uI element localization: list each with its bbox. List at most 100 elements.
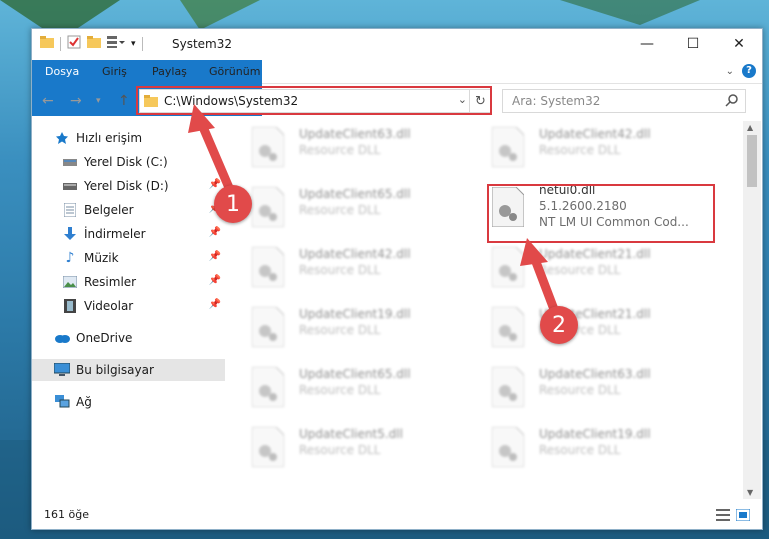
sidebar-item-documents[interactable]: Belgeler 📌 (62, 199, 225, 221)
tab-share[interactable]: Paylaş (152, 60, 187, 84)
file-description: Resource DLL (299, 383, 381, 397)
file-item[interactable]: UpdateClient42.dll Resource DLL (232, 241, 462, 297)
step-badge-2: 2 (540, 306, 578, 344)
file-name: UpdateClient65.dll (299, 367, 411, 381)
sidebar-item-pictures[interactable]: Resimler 📌 (62, 271, 225, 293)
search-icon[interactable] (725, 93, 739, 110)
large-icons-view-icon[interactable] (735, 508, 751, 524)
pin-icon: 📌 (208, 179, 221, 190)
dll-file-icon (491, 126, 525, 168)
dll-file-icon (491, 246, 525, 288)
dll-file-icon (251, 426, 285, 468)
file-name: UpdateClient42.dll (539, 127, 651, 141)
file-item[interactable]: UpdateClient5.dll Resource DLL (232, 421, 462, 477)
sidebar-item-label: OneDrive (76, 331, 133, 345)
maximize-button[interactable]: ☐ (670, 29, 716, 59)
sidebar-item-this-pc[interactable]: Bu bilgisayar (32, 359, 225, 381)
scroll-down-icon[interactable]: ▼ (747, 488, 753, 497)
status-bar: 161 öğe (32, 503, 762, 529)
close-button[interactable]: ✕ (716, 29, 762, 59)
item-count: 161 öğe (44, 508, 89, 521)
expand-ribbon-icon[interactable]: ⌄ (726, 66, 734, 77)
sidebar-item-label: Bu bilgisayar (76, 363, 154, 377)
vertical-scrollbar[interactable]: ▲ ▼ (743, 121, 761, 499)
recent-locations-icon[interactable]: ▾ (96, 96, 101, 106)
pin-icon: 📌 (208, 299, 221, 310)
quick-access-toolbar: ▾ (40, 35, 143, 52)
file-item[interactable]: UpdateClient21.dll Resource DLL (472, 241, 702, 297)
file-description: Resource DLL (539, 443, 621, 457)
file-name: UpdateClient63.dll (539, 367, 651, 381)
network-icon (54, 394, 70, 410)
file-item[interactable]: UpdateClient65.dll Resource DLL (232, 361, 462, 417)
sidebar-item-quick-access[interactable]: Hızlı erişim (54, 127, 247, 149)
computer-icon (54, 362, 70, 378)
file-item[interactable]: UpdateClient21.dll Resource DLL (472, 301, 702, 357)
up-arrow-icon[interactable]: ↑ (118, 93, 130, 109)
download-icon (62, 226, 78, 242)
file-description: Resource DLL (299, 203, 381, 217)
details-view-icon[interactable] (716, 509, 730, 524)
sidebar-item-label: Videolar (84, 299, 134, 313)
file-name: UpdateClient21.dll (539, 247, 651, 261)
folder-icon (40, 36, 54, 51)
star-icon (54, 130, 70, 146)
drive-icon (62, 178, 78, 194)
file-item[interactable]: UpdateClient63.dll Resource DLL (232, 121, 462, 177)
drive-icon (62, 154, 78, 170)
file-description: Resource DLL (539, 383, 621, 397)
tab-view[interactable]: Görünüm (209, 60, 260, 84)
pin-icon: 📌 (208, 251, 221, 262)
sidebar-item-local-disk-d[interactable]: Yerel Disk (D:) 📌 (62, 175, 225, 197)
minimize-button[interactable]: — (624, 29, 670, 59)
file-description: Resource DLL (539, 143, 621, 157)
sidebar-item-label: Resimler (84, 275, 137, 289)
sidebar-item-videos[interactable]: Videolar 📌 (62, 295, 225, 317)
sidebar-item-label: Hızlı erişim (76, 131, 143, 145)
sidebar-item-label: İndirmeler (84, 227, 146, 241)
scroll-thumb[interactable] (747, 135, 757, 187)
file-item[interactable]: UpdateClient19.dll Resource DLL (472, 421, 702, 477)
window-title: System32 (172, 37, 233, 51)
file-highlight-box (487, 184, 715, 243)
sidebar-item-music[interactable]: ♪ Müzik 📌 (62, 247, 225, 269)
sidebar-item-network[interactable]: Ağ (54, 391, 247, 413)
forward-arrow-icon[interactable]: → (70, 93, 82, 109)
search-field[interactable]: Ara: System32 (502, 89, 746, 113)
address-highlight-box (136, 86, 492, 115)
view-options-icon[interactable] (107, 36, 125, 51)
properties-icon[interactable] (67, 35, 81, 52)
dll-file-icon (251, 126, 285, 168)
divider (141, 36, 143, 51)
sidebar-item-label: Yerel Disk (C:) (84, 155, 168, 169)
sidebar-item-downloads[interactable]: İndirmeler 📌 (62, 223, 225, 245)
qat-dropdown-icon[interactable]: ▾ (131, 39, 136, 49)
dll-file-icon (491, 366, 525, 408)
file-name: UpdateClient19.dll (539, 427, 651, 441)
cloud-icon (54, 330, 70, 346)
back-arrow-icon[interactable]: ← (42, 93, 54, 109)
title-bar: ▾ System32 — ☐ ✕ (32, 29, 762, 60)
step-badge-1: 1 (214, 185, 252, 223)
sidebar-item-label: Müzik (84, 251, 119, 265)
divider (60, 36, 61, 51)
file-name: UpdateClient63.dll (299, 127, 411, 141)
file-item[interactable]: UpdateClient63.dll Resource DLL (472, 361, 702, 417)
file-item[interactable]: UpdateClient19.dll Resource DLL (232, 301, 462, 357)
sidebar-item-onedrive[interactable]: OneDrive (54, 327, 247, 349)
new-folder-icon[interactable] (87, 36, 101, 51)
file-item[interactable]: UpdateClient42.dll Resource DLL (472, 121, 702, 177)
sidebar-item-local-disk-c[interactable]: Yerel Disk (C:) (62, 151, 225, 173)
sidebar-item-label: Yerel Disk (D:) (84, 179, 169, 193)
file-description: Resource DLL (299, 323, 381, 337)
help-icon[interactable]: ? (742, 64, 756, 78)
navigation-pane: Hızlı erişim Yerel Disk (C:) Yerel Disk … (32, 121, 227, 499)
file-description: Resource DLL (299, 443, 381, 457)
tab-home[interactable]: Giriş (102, 60, 127, 84)
scroll-up-icon[interactable]: ▲ (747, 123, 753, 132)
file-item[interactable]: UpdateClient65.dll Resource DLL (232, 181, 462, 237)
dll-file-icon (251, 306, 285, 348)
file-description: Resource DLL (539, 263, 621, 277)
pin-icon: 📌 (208, 275, 221, 286)
music-icon: ♪ (65, 250, 75, 266)
